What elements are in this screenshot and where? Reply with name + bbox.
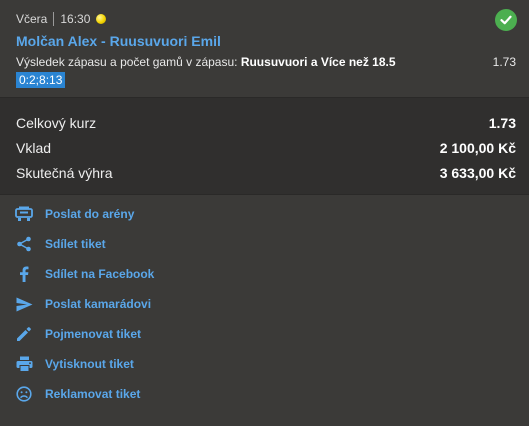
total-odds-label: Celkový kurz (16, 115, 97, 131)
win-label: Skutečná výhra (16, 165, 113, 181)
bet-day: Včera (16, 12, 48, 26)
market-line: Výsledek zápasu a počet gamů v zápasu: R… (16, 55, 396, 69)
win-value: 3 633,00 Kč (439, 165, 516, 181)
rename-ticket-label: Pojmenovat tiket (45, 327, 142, 341)
stake-label: Vklad (16, 140, 52, 156)
sad-face-icon (15, 385, 33, 403)
share-ticket-button[interactable]: Sdílet tiket (15, 234, 106, 254)
stake-value: 2 100,00 Kč (439, 140, 516, 156)
complain-ticket-button[interactable]: Reklamovat tiket (15, 384, 140, 404)
bet-time: 16:30 (60, 12, 91, 26)
send-icon (15, 295, 33, 313)
market-name: Výsledek zápasu a počet gamů v zápasu: (16, 55, 238, 69)
pencil-icon (15, 325, 33, 343)
divider (53, 12, 55, 26)
stake-row: Vklad 2 100,00 Kč (16, 138, 516, 158)
match-link[interactable]: Molčan Alex - Ruusuvuori Emil (16, 33, 221, 49)
checkmark-circle-icon (495, 9, 517, 31)
printer-icon (15, 355, 33, 373)
rename-ticket-button[interactable]: Pojmenovat tiket (15, 324, 141, 344)
bet-section: Včera 16:30 Molčan Alex - Ruusuvuori Emi… (0, 0, 529, 98)
print-ticket-label: Vytisknout tiket (45, 357, 134, 371)
score-badge: 0:2;8:13 (16, 72, 66, 88)
share-icon (15, 235, 33, 253)
facebook-icon (15, 265, 33, 283)
arena-icon (15, 205, 33, 223)
share-facebook-label: Sdílet na Facebook (45, 267, 155, 281)
send-to-friend-button[interactable]: Poslat kamarádovi (15, 294, 151, 314)
selection-name: Ruusuvuori a Více než 18.5 (240, 55, 396, 69)
bet-ticket: Včera 16:30 Molčan Alex - Ruusuvuori Emi… (0, 0, 529, 426)
send-to-friend-label: Poslat kamarádovi (45, 297, 152, 311)
total-odds-value: 1.73 (488, 115, 516, 131)
ticket-summary: Celkový kurz 1.73 Vklad 2 100,00 Kč Skut… (0, 98, 529, 195)
bet-odds: 1.73 (492, 55, 516, 69)
win-row: Skutečná výhra 3 633,00 Kč (16, 163, 516, 183)
share-facebook-button[interactable]: Sdílet na Facebook (15, 264, 154, 284)
complain-ticket-label: Reklamovat tiket (45, 387, 141, 401)
send-to-arena-button[interactable]: Poslat do arény (15, 204, 134, 224)
tennis-ball-icon (96, 14, 107, 24)
send-to-arena-label: Poslat do arény (45, 207, 135, 221)
bet-meta: Včera 16:30 (16, 12, 107, 26)
share-ticket-label: Sdílet tiket (45, 237, 106, 251)
total-odds-row: Celkový kurz 1.73 (16, 113, 516, 133)
print-ticket-button[interactable]: Vytisknout tiket (15, 354, 134, 374)
